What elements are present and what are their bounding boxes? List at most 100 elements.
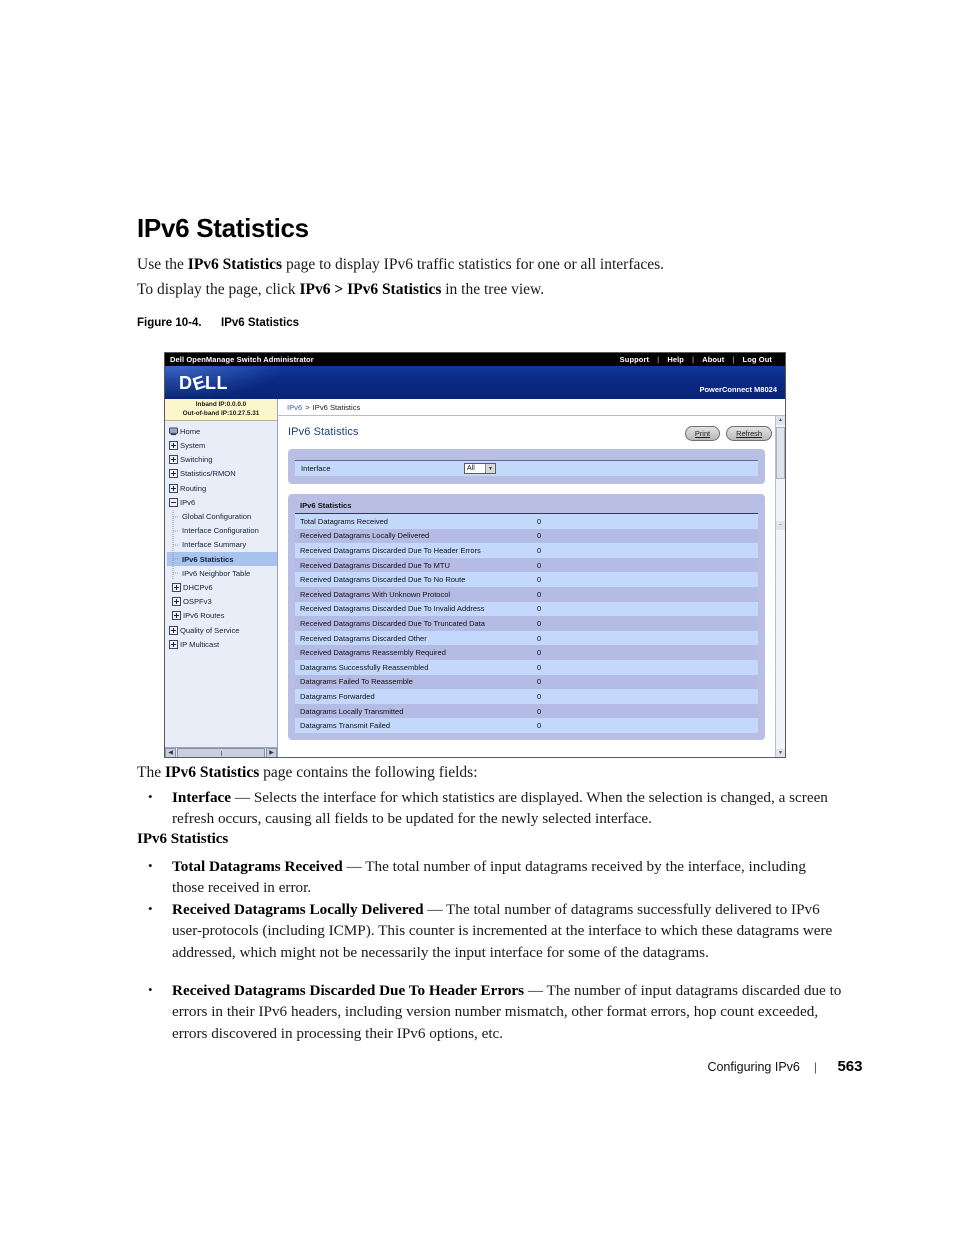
interface-row: Interface All ▼ xyxy=(295,460,758,476)
stat-value: 0 xyxy=(537,516,542,526)
expand-plus-icon[interactable] xyxy=(169,625,178,635)
scroll-thumb[interactable] xyxy=(776,427,785,479)
bullet-term: Received Datagrams Discarded Due To Head… xyxy=(172,982,525,999)
logo-ll: LL xyxy=(205,372,229,393)
app-titlebar: Dell OpenManage Switch Administrator Sup… xyxy=(165,353,785,366)
sidebar-item-interface-configuration[interactable]: Interface Configuration xyxy=(167,523,277,538)
scroll-right-arrow[interactable]: ▶ xyxy=(266,748,277,757)
scroll-track[interactable]: − xyxy=(776,425,785,749)
sidebar-item-label: Switching xyxy=(180,455,213,465)
stat-value: 0 xyxy=(537,531,542,541)
sidebar-item-ospfv3[interactable]: OSPFv3 xyxy=(167,595,277,609)
scroll-down-arrow[interactable]: ▼ xyxy=(776,749,785,757)
expand-plus-icon[interactable] xyxy=(172,597,181,607)
stat-value: 0 xyxy=(537,604,542,614)
bullet-marker: • xyxy=(148,982,153,997)
footer-page-number: 563 xyxy=(837,1058,863,1075)
about-link[interactable]: About xyxy=(694,355,732,364)
sidebar-horizontal-scrollbar[interactable]: ◀ ▶ xyxy=(165,747,277,757)
sidebar-item-system[interactable]: System xyxy=(167,438,277,452)
print-button[interactable]: Print xyxy=(684,426,721,441)
stat-label: Received Datagrams Discarded Due To Head… xyxy=(300,545,481,555)
content-vertical-scrollbar[interactable]: ▲ − ▼ xyxy=(775,416,785,757)
expand-plus-icon[interactable] xyxy=(169,469,178,479)
stat-label: Received Datagrams Reassembly Required xyxy=(300,648,446,658)
scroll-thumb[interactable] xyxy=(177,748,265,757)
inband-ip: Inband IP:0.0.0.0 xyxy=(195,401,247,408)
expand-plus-icon[interactable] xyxy=(169,639,178,649)
table-row: Received Datagrams With Unknown Protocol… xyxy=(295,586,758,602)
logout-link[interactable]: Log Out xyxy=(735,355,780,364)
table-row: Received Datagrams Discarded Other 0 xyxy=(295,630,758,646)
sidebar-item-label: IPv6 Statistics xyxy=(182,554,234,564)
figure-caption: Figure 10-4. IPv6 Statistics xyxy=(137,317,299,329)
intro-paragraph-1: Use the IPv6 Statistics page to display … xyxy=(137,254,837,276)
stat-value: 0 xyxy=(537,618,542,628)
sidebar-item-global-configuration[interactable]: Global Configuration xyxy=(167,509,277,524)
collapse-minus-icon[interactable] xyxy=(169,497,178,507)
intro-2-pre: To display the page, click xyxy=(137,281,300,298)
sidebar-item-ipv6-neighbor-table[interactable]: IPv6 Neighbor Table xyxy=(167,566,277,581)
out-of-band-ip: Out-of-band IP:10.27.5.31 xyxy=(182,409,260,417)
bullet-marker: • xyxy=(148,789,153,804)
expand-plus-icon[interactable] xyxy=(169,483,178,493)
table-row: Total Datagrams Received 0 xyxy=(295,514,758,529)
stat-value: 0 xyxy=(537,648,542,658)
stat-label: Datagrams Failed To Reassemble xyxy=(300,677,413,687)
stat-value: 0 xyxy=(537,633,542,643)
expand-plus-icon[interactable] xyxy=(172,582,181,592)
expand-plus-icon[interactable] xyxy=(169,455,178,465)
titlebar-links: Support | Help | About | Log Out xyxy=(612,355,780,364)
panel-actions: Print Refresh xyxy=(684,426,772,441)
scroll-up-arrow[interactable]: ▲ xyxy=(776,416,785,425)
monitor-icon xyxy=(169,427,178,436)
sidebar-item-switching[interactable]: Switching xyxy=(167,453,277,467)
table-row: Datagrams Successfully Reassembled 0 xyxy=(295,659,758,675)
main-content: IPv6 > IPv6 Statistics IPv6 Statistics P… xyxy=(278,399,785,757)
table-row: Received Datagrams Discarded Due To Trun… xyxy=(295,616,758,631)
product-model: PowerConnect M8024 xyxy=(699,385,777,394)
sidebar-item-ip-multicast[interactable]: IP Multicast xyxy=(167,637,277,651)
sidebar-item-ipv6-statistics[interactable]: IPv6 Statistics xyxy=(167,551,277,567)
stat-label: Total Datagrams Received xyxy=(300,516,388,526)
sidebar-item-dhcpv6[interactable]: DHCPv6 xyxy=(167,580,277,594)
interface-select[interactable]: All ▼ xyxy=(464,463,496,474)
table-row: Received Datagrams Reassembly Required 0 xyxy=(295,645,758,660)
interface-select-value: All xyxy=(467,465,475,472)
support-link[interactable]: Support xyxy=(612,355,657,364)
sidebar-item-label: IP Multicast xyxy=(180,639,220,649)
sidebar-item-interface-summary[interactable]: Interface Summary xyxy=(167,537,277,552)
help-link[interactable]: Help xyxy=(659,355,692,364)
sidebar-item-ipv6-routes[interactable]: IPv6 Routes xyxy=(167,609,277,623)
sidebar-item-quality-of-service[interactable]: Quality of Service xyxy=(167,623,277,637)
sidebar-item-home[interactable]: Home xyxy=(167,424,277,438)
sidebar-item-label: Quality of Service xyxy=(180,625,240,635)
stat-label: Datagrams Successfully Reassembled xyxy=(300,662,429,672)
bullet-term: Interface xyxy=(172,789,232,806)
sidebar-item-routing[interactable]: Routing xyxy=(167,481,277,495)
bullet-locally-delivered: • Received Datagrams Locally Delivered —… xyxy=(148,899,840,963)
sidebar-item-label: IPv6 Neighbor Table xyxy=(182,568,251,578)
stat-label: Datagrams Locally Transmitted xyxy=(300,706,404,716)
section-subheading: IPv6 Statistics xyxy=(137,831,229,847)
stat-value: 0 xyxy=(537,589,542,599)
sidebar-item-statistics-rmon[interactable]: Statistics/RMON xyxy=(167,467,277,481)
bullet-term: Total Datagrams Received xyxy=(172,858,343,875)
scroll-left-arrow[interactable]: ◀ xyxy=(165,748,176,757)
sidebar-item-label: IPv6 Routes xyxy=(183,611,225,621)
statistics-table-header: IPv6 Statistics xyxy=(295,499,758,514)
statistics-rows: Total Datagrams Received 0 Received Datagr… xyxy=(295,514,758,733)
refresh-button[interactable]: Refresh xyxy=(726,426,772,441)
chevron-down-icon: ▼ xyxy=(485,464,495,473)
sidebar-item-ipv6[interactable]: IPv6 xyxy=(167,495,277,509)
expand-plus-icon[interactable] xyxy=(169,441,178,451)
breadcrumb-separator: > xyxy=(305,402,310,412)
intro-2-bold: IPv6 > IPv6 Statistics xyxy=(299,281,442,298)
tree-branch-icon xyxy=(172,523,179,538)
breadcrumb-parent[interactable]: IPv6 xyxy=(287,403,302,412)
expand-plus-icon[interactable] xyxy=(172,611,181,621)
dell-logo: D E LL xyxy=(179,371,229,394)
page-footer: Configuring IPv6 | 563 xyxy=(707,1058,862,1075)
tree-branch-icon xyxy=(172,537,179,552)
stat-value: 0 xyxy=(537,575,542,585)
